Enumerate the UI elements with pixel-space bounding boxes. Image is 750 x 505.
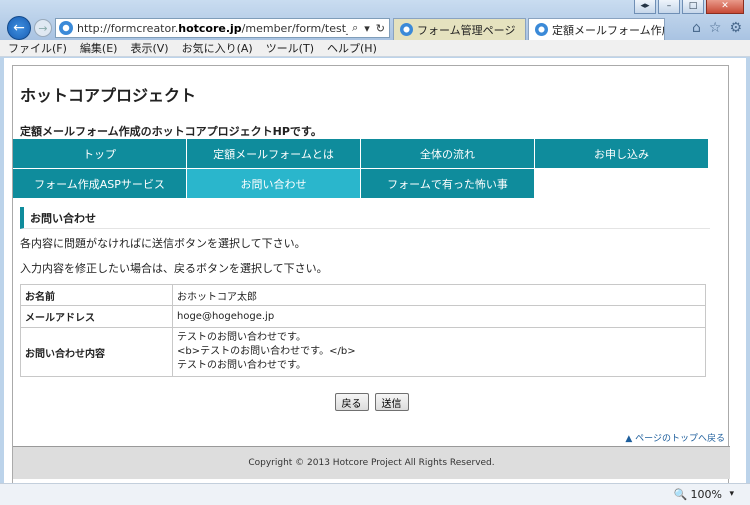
ie-tab-icon xyxy=(535,23,548,36)
address-tools: ⌕ ▾ ↻ xyxy=(348,19,389,37)
zoom-level: 100% xyxy=(690,488,722,501)
nav-item-contact[interactable]: お問い合わせ xyxy=(187,169,361,198)
global-navigation: トップ 定額メールフォームとは 全体の流れ お申し込み フォーム作成ASPサービ… xyxy=(13,139,711,198)
form-buttons: 戻る 送信 xyxy=(13,393,730,411)
back-arrow-icon: ← xyxy=(13,20,25,36)
forward-button[interactable]: → xyxy=(34,19,52,37)
nav-item-about[interactable]: 定額メールフォームとは xyxy=(187,139,361,168)
site-title: ホットコアプロジェクト xyxy=(20,86,197,105)
tab-form-admin[interactable]: フォーム管理ページ xyxy=(393,18,526,40)
nav-item-apply[interactable]: お申し込み xyxy=(535,139,709,168)
email-label: メールアドレス xyxy=(20,305,173,328)
nav-row-1: トップ 定額メールフォームとは 全体の流れ お申し込み xyxy=(13,139,711,168)
footer-copyright: Copyright © 2013 Hotcore Project All Rig… xyxy=(13,446,730,479)
table-row: メールアドレス hoge@hogehoge.jp xyxy=(20,305,706,328)
search-icon[interactable]: ⌕ xyxy=(352,21,358,35)
nav-item-flow[interactable]: 全体の流れ xyxy=(361,139,535,168)
zoom-dropdown-icon[interactable]: ▾ xyxy=(729,489,734,499)
table-row: お問い合わせ内容 テストのお問い合わせです。 <b>テストのお問い合わせです。<… xyxy=(20,327,706,377)
back-form-button[interactable]: 戻る xyxy=(334,393,369,411)
maximize-button[interactable]: □ xyxy=(682,0,704,14)
window-switch-button[interactable]: ◂▸ xyxy=(634,0,656,14)
window-controls: ◂▸ – □ ✕ xyxy=(634,0,744,14)
inquiry-label: お問い合わせ内容 xyxy=(20,327,173,377)
back-button[interactable]: ← xyxy=(7,16,31,40)
instruction-back: 入力内容を修正したい場合は、戻るボタンを選択して下さい。 xyxy=(20,262,328,275)
page-frame: ホットコアプロジェクト 定額メールフォーム作成のホットコアプロジェクトHPです。… xyxy=(12,65,730,483)
nav-item-empty xyxy=(535,169,709,198)
nav-item-top[interactable]: トップ xyxy=(13,139,187,168)
section-title: お問い合わせ xyxy=(20,207,710,229)
table-row: お名前 おホットコア太郎 xyxy=(20,284,706,306)
inquiry-line: <b>テストのお問い合わせです。</b> xyxy=(177,346,356,357)
refresh-icon[interactable]: ↻ xyxy=(376,22,385,35)
nav-item-scary-stories[interactable]: フォームで有った怖い事 xyxy=(361,169,535,198)
inquiry-value: テストのお問い合わせです。 <b>テストのお問い合わせです。</b> テストのお… xyxy=(172,327,706,377)
favorites-star-icon[interactable]: ☆ xyxy=(709,20,722,36)
browser-titlebar: ◂▸ – □ ✕ ← → http://formcreator. hotcore.… xyxy=(0,0,750,40)
site-description: 定額メールフォーム作成のホットコアプロジェクトHPです。 xyxy=(20,125,322,138)
home-icon[interactable]: ⌂ xyxy=(692,20,701,36)
confirmation-table: お名前 おホットコア太郎 メールアドレス hoge@hogehoge.jp お問… xyxy=(20,284,706,377)
url-host: hotcore.jp xyxy=(178,21,242,35)
name-value: おホットコア太郎 xyxy=(172,284,706,306)
page-top-link[interactable]: ▲ ページのトップへ戻る xyxy=(625,431,725,444)
name-label: お名前 xyxy=(20,284,173,306)
zoom-magnifier-icon: 🔍 xyxy=(673,488,688,501)
menu-bar: ファイル(F) 編集(E) 表示(V) お気に入り(A) ツール(T) ヘルプ(… xyxy=(0,40,750,57)
tab-title: フォーム管理ページ xyxy=(417,23,516,37)
nav-row-2: フォーム作成ASPサービス お問い合わせ フォームで有った怖い事 xyxy=(13,169,711,198)
forward-arrow-icon: → xyxy=(38,21,48,35)
page-viewport: ホットコアプロジェクト 定額メールフォーム作成のホットコアプロジェクトHPです。… xyxy=(4,58,746,483)
status-bar: 🔍 100% ▾ xyxy=(0,483,750,505)
up-triangle-icon: ▲ xyxy=(625,434,633,444)
tab-title: 定額メールフォーム作成... xyxy=(552,23,664,37)
minimize-button[interactable]: – xyxy=(658,0,680,14)
inquiry-line: テストのお問い合わせです。 xyxy=(177,360,306,371)
instruction-submit: 各内容に問題がなければに送信ボタンを選択して下さい。 xyxy=(20,237,306,250)
menu-help[interactable]: ヘルプ(H) xyxy=(327,40,377,56)
inquiry-line: テストのお問い合わせです。 xyxy=(177,332,306,343)
submit-button[interactable]: 送信 xyxy=(374,393,409,411)
menu-tools[interactable]: ツール(T) xyxy=(266,40,314,56)
page-top-label: ページのトップへ戻る xyxy=(635,434,725,444)
url-prefix: http://formcreator. xyxy=(77,21,179,35)
close-window-button[interactable]: ✕ xyxy=(706,0,744,14)
address-bar[interactable]: http://formcreator. hotcore.jp/member/for… xyxy=(55,18,390,38)
menu-favorites[interactable]: お気に入り(A) xyxy=(182,40,253,56)
ie-page-icon xyxy=(59,21,73,35)
nav-item-asp-service[interactable]: フォーム作成ASPサービス xyxy=(13,169,187,198)
tab-active-form[interactable]: 定額メールフォーム作成... ✕ xyxy=(528,18,665,40)
toolbar-icons: ⌂ ☆ ⚙ xyxy=(692,20,742,36)
gear-icon[interactable]: ⚙ xyxy=(729,20,742,36)
menu-file[interactable]: ファイル(F) xyxy=(8,40,67,56)
menu-edit[interactable]: 編集(E) xyxy=(80,40,118,56)
zoom-control[interactable]: 🔍 100% xyxy=(674,488,722,501)
dropdown-icon[interactable]: ▾ xyxy=(364,22,370,35)
ie-tab-icon xyxy=(400,23,413,36)
email-value: hoge@hogehoge.jp xyxy=(172,305,706,328)
menu-view[interactable]: 表示(V) xyxy=(130,40,168,56)
